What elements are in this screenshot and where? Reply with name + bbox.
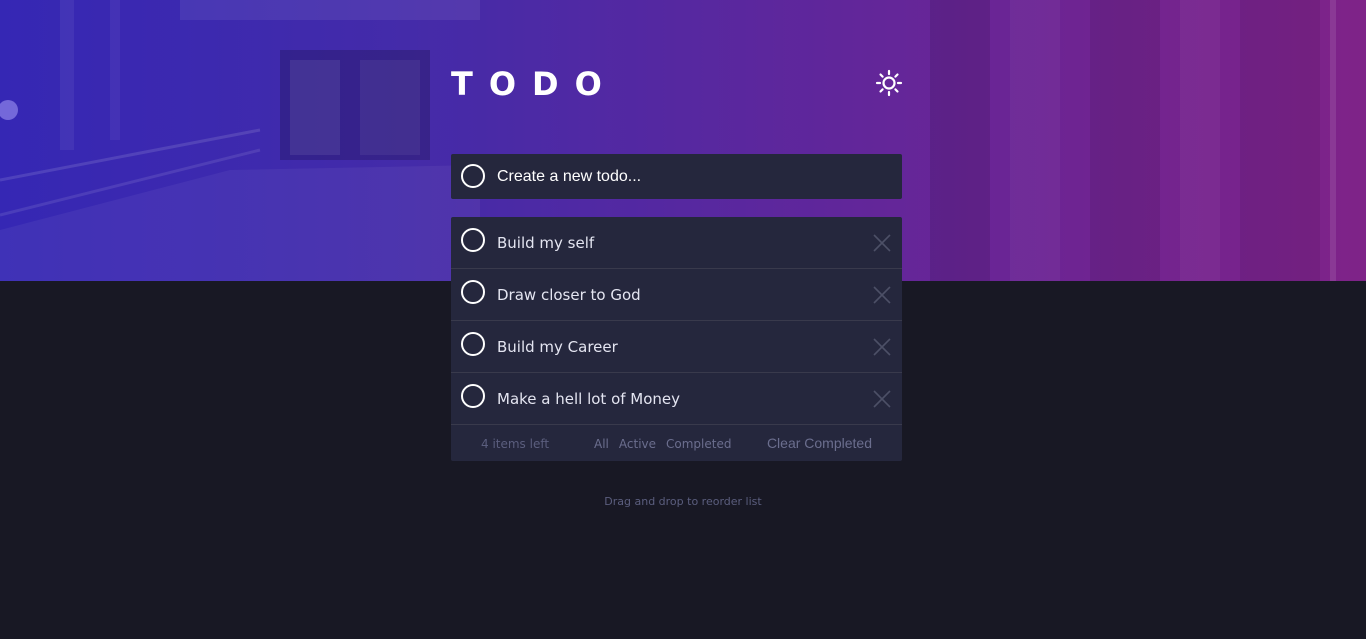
filter-group: All Active Completed <box>594 437 731 451</box>
items-left-count: 4 items left <box>481 437 550 451</box>
todo-text: Build my Career <box>497 338 618 356</box>
todo-check-circle[interactable] <box>461 332 485 356</box>
todo-list: Build my self Draw closer to God Build m… <box>451 217 902 461</box>
todo-text: Make a hell lot of Money <box>497 390 681 408</box>
todo-check-circle[interactable] <box>461 384 485 408</box>
theme-toggle-button[interactable] <box>875 69 903 97</box>
list-footer: 4 items left All Active Completed Clear … <box>451 425 902 461</box>
todo-item[interactable]: Build my self <box>451 217 902 269</box>
todo-item[interactable]: Make a hell lot of Money <box>451 373 902 425</box>
clear-completed-button[interactable]: Clear Completed <box>767 435 872 451</box>
filter-active[interactable]: Active <box>619 437 656 451</box>
todo-check-circle[interactable] <box>461 280 485 304</box>
todo-item[interactable]: Build my Career <box>451 321 902 373</box>
new-todo-check-circle[interactable] <box>461 164 485 188</box>
close-icon[interactable] <box>872 389 892 409</box>
todo-text: Build my self <box>497 234 595 252</box>
close-icon[interactable] <box>872 337 892 357</box>
drag-hint: Drag and drop to reorder list <box>604 495 762 508</box>
filter-completed[interactable]: Completed <box>666 437 731 451</box>
new-todo-bar <box>451 154 902 199</box>
todo-text: Draw closer to God <box>497 286 641 304</box>
new-todo-input[interactable] <box>497 154 892 199</box>
filter-all[interactable]: All <box>594 437 609 451</box>
close-icon[interactable] <box>872 285 892 305</box>
app-title: TODO <box>451 65 618 103</box>
sun-icon <box>875 69 903 97</box>
todo-check-circle[interactable] <box>461 228 485 252</box>
todo-item[interactable]: Draw closer to God <box>451 269 902 321</box>
close-icon[interactable] <box>872 233 892 253</box>
